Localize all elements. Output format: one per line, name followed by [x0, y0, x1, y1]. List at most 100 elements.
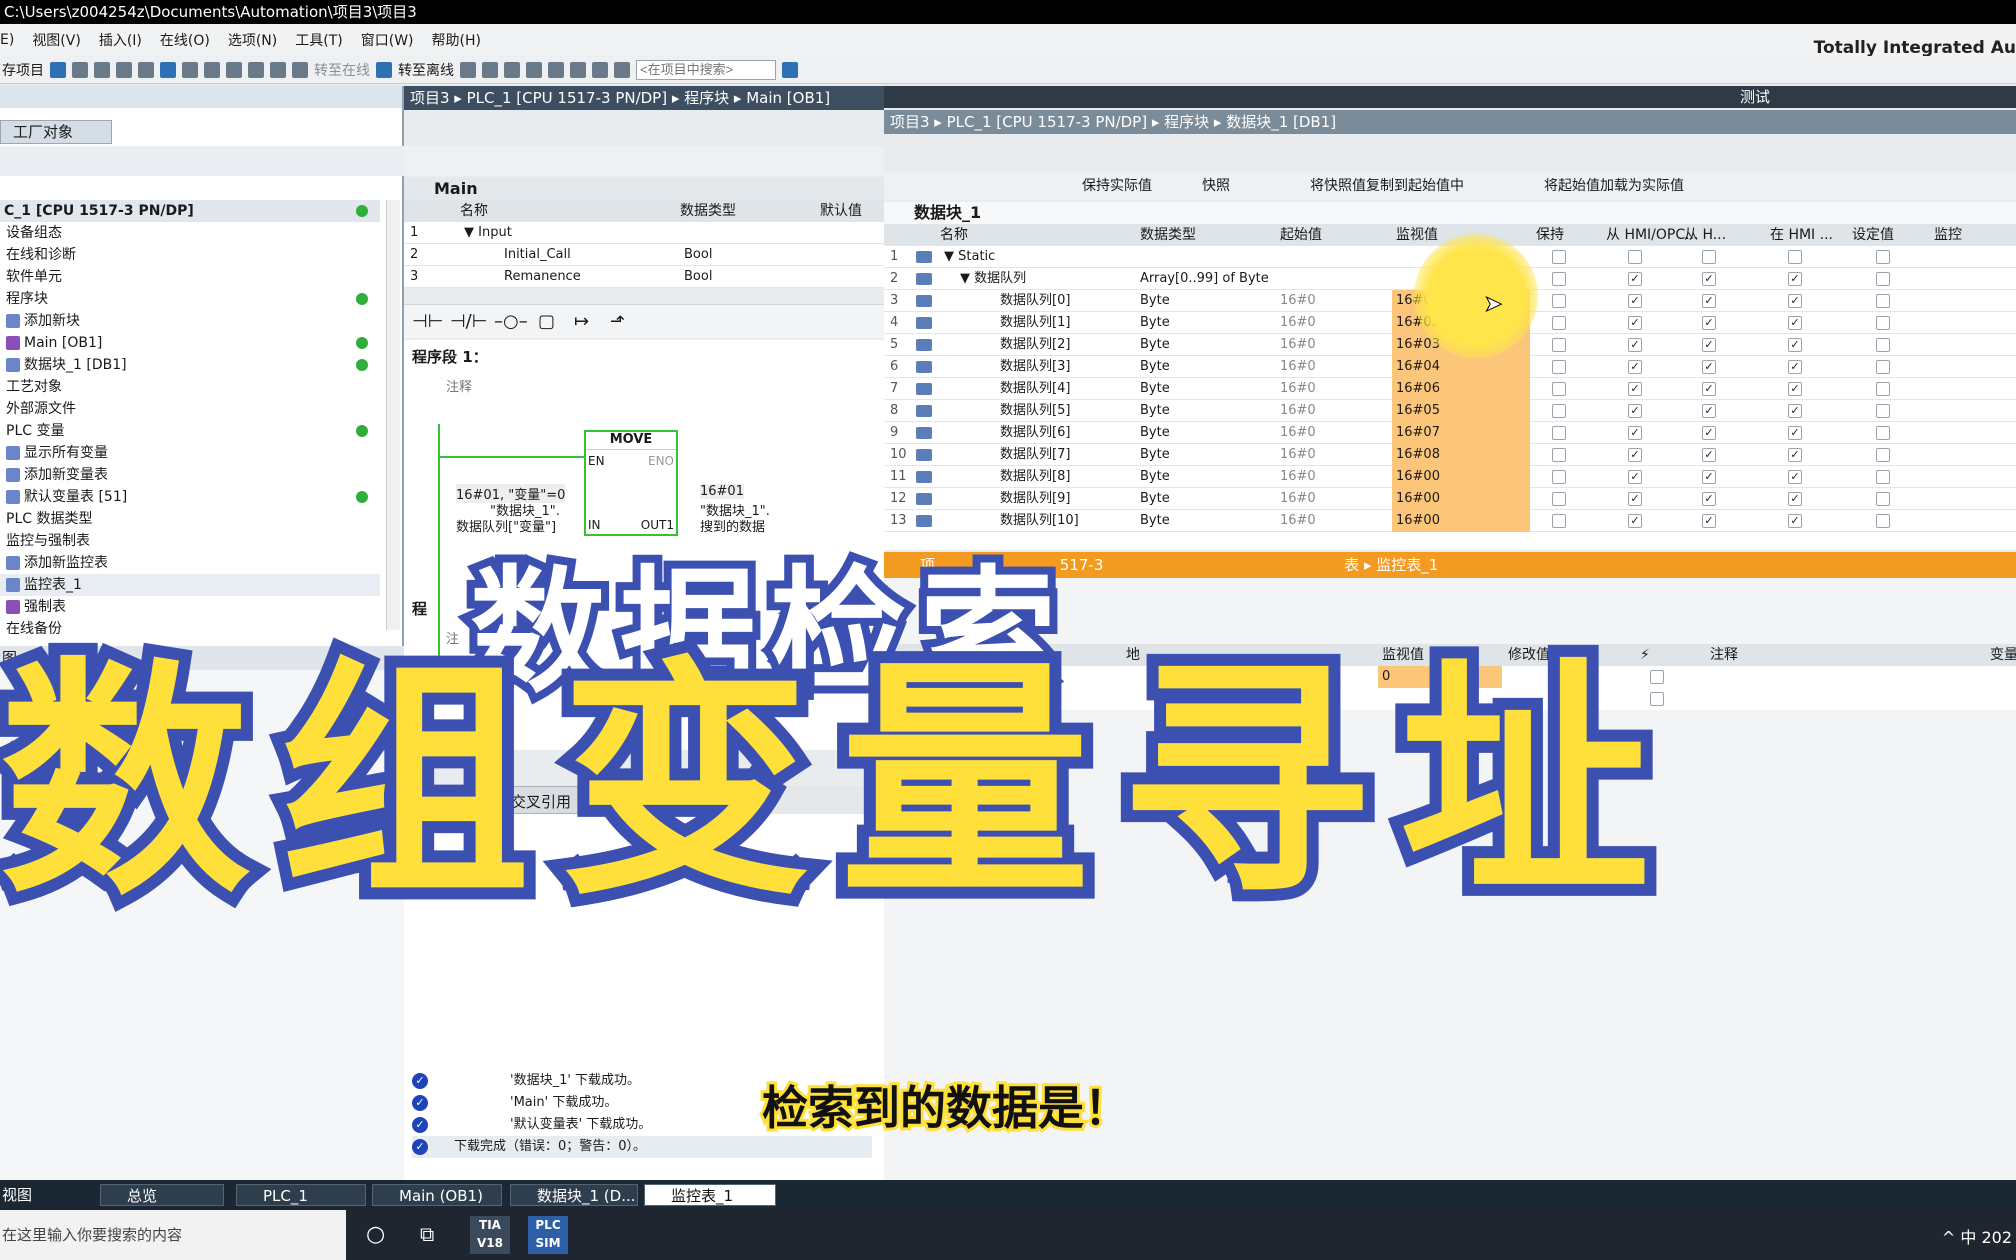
- db-flag-checkbox[interactable]: [1788, 448, 1802, 462]
- db-flag-checkbox[interactable]: [1702, 338, 1716, 352]
- db-flag-checkbox[interactable]: [1788, 426, 1802, 440]
- tree-item-show-all-tags[interactable]: 显示所有变量: [0, 442, 380, 464]
- copy-snapshot-button[interactable]: 将快照值复制到起始值中: [1310, 172, 1464, 200]
- cut-icon[interactable]: [72, 61, 88, 78]
- tab-main-ob1[interactable]: Main (OB1): [372, 1184, 502, 1206]
- db-flag-checkbox[interactable]: [1628, 470, 1642, 484]
- db-flag-checkbox[interactable]: [1702, 514, 1716, 528]
- tab-overview[interactable]: 总览: [100, 1184, 224, 1206]
- window-icon[interactable]: [614, 61, 630, 78]
- plcsim-app-button[interactable]: PLC SIM: [528, 1216, 568, 1254]
- db-flag-checkbox[interactable]: [1876, 338, 1890, 352]
- db-flag-checkbox[interactable]: [1788, 404, 1802, 418]
- download-icon[interactable]: [226, 61, 242, 78]
- db-flag-checkbox[interactable]: [1702, 272, 1716, 286]
- db-flag-checkbox[interactable]: [1552, 470, 1566, 484]
- tree-item-online-diag[interactable]: 在线和诊断: [0, 244, 380, 266]
- db-flag-checkbox[interactable]: [1788, 338, 1802, 352]
- task-view-icon[interactable]: ⧉: [420, 1222, 434, 1246]
- project-search-input[interactable]: [636, 59, 776, 80]
- tree-item-plc-tags[interactable]: PLC 变量: [0, 420, 380, 442]
- upload-icon[interactable]: [248, 61, 264, 78]
- tree-item-technology-objects[interactable]: 工艺对象: [0, 376, 380, 398]
- db-flag-checkbox[interactable]: [1628, 294, 1642, 308]
- tree-item-main-ob1[interactable]: Main [OB1]: [0, 332, 380, 354]
- db-flag-checkbox[interactable]: [1876, 316, 1890, 330]
- undo-icon[interactable]: [160, 61, 176, 78]
- tree-item-software-units[interactable]: 软件单元: [0, 266, 380, 288]
- project-tree-scrollbar[interactable]: [386, 200, 400, 630]
- db-flag-checkbox[interactable]: [1552, 492, 1566, 506]
- tree-item-db1[interactable]: 数据块_1 [DB1]: [0, 354, 380, 376]
- compile-icon[interactable]: [204, 61, 220, 78]
- tree-item-watch-force-tables[interactable]: 监控与强制表: [0, 530, 380, 552]
- nc-contact-icon[interactable]: ⊣/⊢: [450, 311, 487, 332]
- db-flag-checkbox[interactable]: [1628, 338, 1642, 352]
- tree-item-add-watch-table[interactable]: 添加新监控表: [0, 552, 380, 574]
- task-card-test-tab[interactable]: 测试: [1736, 86, 2016, 108]
- tree-item-default-tag-table[interactable]: 默认变量表 [51]: [0, 486, 380, 508]
- db-flag-checkbox[interactable]: [1702, 294, 1716, 308]
- load-start-values-button[interactable]: 将起始值加载为实际值: [1544, 172, 1684, 200]
- start-cpu-icon[interactable]: [482, 61, 498, 78]
- db-flag-checkbox[interactable]: [1552, 360, 1566, 374]
- db-flag-checkbox[interactable]: [1876, 514, 1890, 528]
- redo-icon[interactable]: [182, 61, 198, 78]
- db-flag-checkbox[interactable]: [1876, 492, 1890, 506]
- menu-item-insert[interactable]: 插入(I): [99, 30, 142, 50]
- cortana-icon[interactable]: ○: [366, 1222, 385, 1247]
- paste-icon[interactable]: [116, 61, 132, 78]
- db-flag-checkbox[interactable]: [1788, 382, 1802, 396]
- db-flag-checkbox[interactable]: [1788, 294, 1802, 308]
- db-flag-checkbox[interactable]: [1788, 470, 1802, 484]
- tree-item-device-config[interactable]: 设备组态: [0, 222, 380, 244]
- move-instruction-box[interactable]: MOVE EN ENO IN OUT1: [584, 430, 678, 536]
- db-flag-checkbox[interactable]: [1702, 492, 1716, 506]
- tree-item-program-blocks[interactable]: 程序块: [0, 288, 380, 310]
- tree-item-add-block[interactable]: 添加新块: [0, 310, 380, 332]
- db-flag-checkbox[interactable]: [1876, 250, 1890, 264]
- open-branch-icon[interactable]: ↦: [574, 311, 589, 332]
- db-flag-checkbox[interactable]: [1702, 250, 1716, 264]
- go-online-button[interactable]: 转至在线: [314, 60, 370, 80]
- tree-item-add-tag-table[interactable]: 添加新变量表: [0, 464, 380, 486]
- close-branch-icon[interactable]: ⬏: [610, 311, 625, 332]
- go-offline-icon[interactable]: [376, 61, 392, 78]
- table-row[interactable]: 8 数据队列[5] Byte 16#0 16#05: [884, 400, 2016, 422]
- db-flag-checkbox[interactable]: [1788, 272, 1802, 286]
- db-flag-checkbox[interactable]: [1702, 470, 1716, 484]
- db-flag-checkbox[interactable]: [1788, 492, 1802, 506]
- cross-reference-icon[interactable]: [526, 61, 542, 78]
- table-row[interactable]: 12 数据队列[9] Byte 16#0 16#00: [884, 488, 2016, 510]
- db-flag-checkbox[interactable]: [1876, 360, 1890, 374]
- db-flag-checkbox[interactable]: [1628, 316, 1642, 330]
- db-flag-checkbox[interactable]: [1628, 404, 1642, 418]
- db-flag-checkbox[interactable]: [1552, 272, 1566, 286]
- db-flag-checkbox[interactable]: [1788, 250, 1802, 264]
- simulation-icon[interactable]: [270, 61, 286, 78]
- portal-view-button[interactable]: 视图: [2, 1184, 32, 1206]
- db-flag-checkbox[interactable]: [1876, 382, 1890, 396]
- db-flag-checkbox[interactable]: [1628, 250, 1642, 264]
- stop-cpu-icon[interactable]: [504, 61, 520, 78]
- db-flag-checkbox[interactable]: [1702, 360, 1716, 374]
- network-comment[interactable]: 注释: [446, 376, 472, 395]
- db-flag-checkbox[interactable]: [1788, 316, 1802, 330]
- menu-item-edit[interactable]: E): [0, 32, 14, 48]
- table-row[interactable]: 9 数据队列[6] Byte 16#0 16#07: [884, 422, 2016, 444]
- db-flag-checkbox[interactable]: [1628, 360, 1642, 374]
- db-flag-checkbox[interactable]: [1628, 426, 1642, 440]
- db-flag-checkbox[interactable]: [1876, 404, 1890, 418]
- tree-item-plc-data-types[interactable]: PLC 数据类型: [0, 508, 380, 530]
- tree-item-external-sources[interactable]: 外部源文件: [0, 398, 380, 420]
- tab-plc-1[interactable]: PLC_1: [236, 1184, 366, 1206]
- table-row[interactable]: 2 Initial_Call Bool: [404, 244, 884, 266]
- menu-item-view[interactable]: 视图(V): [32, 30, 81, 50]
- db-flag-checkbox[interactable]: [1702, 448, 1716, 462]
- keep-actual-values-button[interactable]: 保持实际值: [1082, 172, 1152, 200]
- db-flag-checkbox[interactable]: [1876, 426, 1890, 440]
- db-flag-checkbox[interactable]: [1552, 426, 1566, 440]
- go-online-icon[interactable]: [292, 61, 308, 78]
- table-row[interactable]: 1 ▼ Input: [404, 222, 884, 244]
- db-flag-checkbox[interactable]: [1788, 514, 1802, 528]
